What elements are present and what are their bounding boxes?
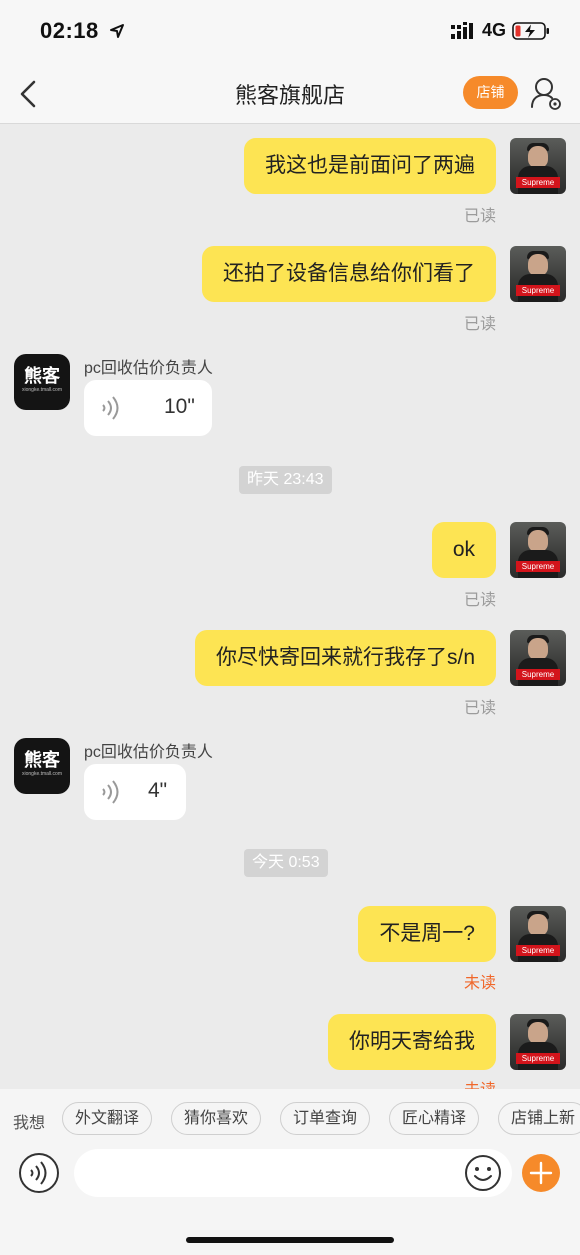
chip-order-query[interactable]: 订单查询 xyxy=(280,1102,371,1135)
unread-status: 未读 xyxy=(464,1076,496,1089)
voice-duration: 10" xyxy=(164,395,195,418)
my-avatar[interactable]: Supreme xyxy=(510,138,566,194)
my-avatar[interactable]: Supreme xyxy=(510,1014,566,1070)
avatar-tag-text: Supreme xyxy=(516,561,560,572)
chat-area[interactable]: 我这也是前面问了两遍 Supreme 已读 还拍了设备信息给你们看了 Supre… xyxy=(0,124,580,1089)
voice-input-button[interactable] xyxy=(19,1153,59,1193)
outgoing-message-bubble[interactable]: 我这也是前面问了两遍 xyxy=(244,138,496,194)
avatar-tag-text: Supreme xyxy=(516,285,560,296)
my-avatar[interactable]: Supreme xyxy=(510,246,566,302)
user-settings-icon[interactable] xyxy=(530,76,564,112)
shop-logo-text: 熊客 xyxy=(24,750,60,770)
shop-logo-subtext: xiongke.tmall.com xyxy=(21,387,62,393)
chip-fine-translate[interactable]: 匠心精译 xyxy=(389,1102,480,1135)
more-options-button[interactable] xyxy=(522,1154,560,1192)
shop-button[interactable]: 店铺 xyxy=(463,76,518,109)
time-text: 02:18 xyxy=(40,18,99,43)
avatar-tag-text: Supreme xyxy=(516,177,560,188)
input-bar xyxy=(0,1149,580,1255)
read-status: 已读 xyxy=(463,208,496,225)
sender-name: pc回收估价负责人 xyxy=(84,744,213,761)
timestamp-label: 今天 0:53 xyxy=(244,849,328,877)
shop-logo-subtext: xiongke.tmall.com xyxy=(21,771,62,777)
quick-reply-label: 我想 xyxy=(13,1115,46,1132)
chip-new-arrivals[interactable]: 店铺上新 xyxy=(498,1102,580,1135)
battery-charging-icon xyxy=(512,21,549,40)
my-avatar[interactable]: Supreme xyxy=(510,906,566,962)
status-bar: 02:18 4G xyxy=(0,0,580,64)
shop-avatar[interactable]: 熊客 xiongke.tmall.com xyxy=(14,738,70,794)
my-avatar[interactable]: Supreme xyxy=(510,630,566,686)
avatar-tag-text: Supreme xyxy=(516,669,560,680)
emoji-icon[interactable] xyxy=(464,1154,502,1192)
quick-reply-bar: 我想 外文翻译 猜你喜欢 订单查询 匠心精译 店铺上新 xyxy=(0,1089,580,1149)
voice-icon xyxy=(30,1161,47,1185)
shop-logo-text: 熊客 xyxy=(24,366,60,386)
chip-recommend[interactable]: 猜你喜欢 xyxy=(171,1102,262,1135)
unread-status: 未读 xyxy=(463,975,496,992)
signal-icon xyxy=(450,21,473,39)
network-label: 4G xyxy=(481,20,506,40)
avatar-tag-text: Supreme xyxy=(516,1053,560,1064)
voice-wave-icon xyxy=(102,780,119,804)
outgoing-message-bubble[interactable]: 你尽快寄回来就行我存了s/n xyxy=(194,630,496,686)
avatar-tag-text: Supreme xyxy=(516,945,560,956)
sender-name: pc回收估价负责人 xyxy=(84,360,213,377)
outgoing-message-bubble[interactable]: ok xyxy=(431,522,496,578)
status-indicators: 4G xyxy=(450,20,550,41)
outgoing-message-bubble[interactable]: 不是周一? xyxy=(358,906,496,962)
voice-message-bubble[interactable]: 4" xyxy=(84,764,186,820)
my-avatar[interactable]: Supreme xyxy=(510,522,566,578)
shop-avatar[interactable]: 熊客 xiongke.tmall.com xyxy=(14,354,70,410)
chip-translate[interactable]: 外文翻译 xyxy=(62,1102,153,1135)
read-status: 已读 xyxy=(463,592,496,609)
plus-icon xyxy=(529,1161,553,1185)
navigation-bar: 熊客旗舰店 店铺 xyxy=(0,64,580,124)
read-status: 已读 xyxy=(463,700,496,717)
home-indicator[interactable] xyxy=(186,1237,394,1243)
message-input[interactable] xyxy=(74,1149,512,1197)
read-status: 已读 xyxy=(463,316,496,333)
timestamp-label: 昨天 23:43 xyxy=(239,466,332,494)
location-arrow-icon xyxy=(110,24,125,38)
outgoing-message-bubble[interactable]: 还拍了设备信息给你们看了 xyxy=(202,246,496,302)
status-time: 02:18 xyxy=(40,18,125,44)
voice-duration: 4" xyxy=(148,779,168,802)
outgoing-message-bubble[interactable]: 你明天寄给我 xyxy=(328,1014,496,1070)
voice-wave-icon xyxy=(102,396,119,420)
voice-message-bubble[interactable]: 10" xyxy=(84,380,212,436)
